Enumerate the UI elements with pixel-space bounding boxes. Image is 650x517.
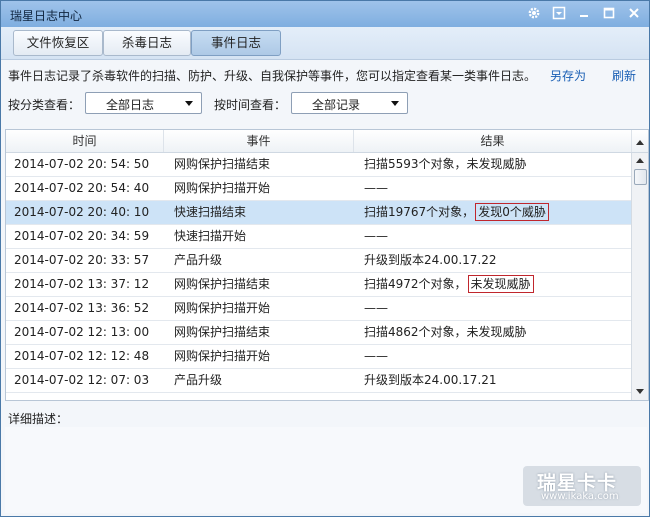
cell-result-text: 扫描4862个对象，未发现威胁 [364, 325, 527, 339]
description-text: 事件日志记录了杀毒软件的扫描、防护、升级、自我保护等事件，您可以指定查看某一类事… [8, 69, 537, 83]
window-controls [523, 3, 645, 23]
cell-time: 2014-07-02 20: 34: 59 [14, 229, 150, 243]
cell-event: 产品升级 [174, 373, 223, 387]
cell-time: 2014-07-02 12: 13: 00 [14, 325, 150, 339]
scroll-down-icon [636, 389, 644, 394]
table-header: 时间 事件 结果 [6, 130, 648, 153]
scroll-up-icon [636, 158, 644, 163]
cell-result: —— [364, 297, 388, 320]
cell-time: 2014-07-02 13: 36: 52 [14, 301, 150, 315]
table-row[interactable]: 2014-07-02 12: 12: 48 网购保护扫描开始 —— [6, 345, 632, 369]
tab-file-recovery[interactable]: 文件恢复区 [13, 30, 103, 56]
cell-result: 扫描4862个对象，未发现威胁 [364, 321, 527, 344]
cell-result: 扫描4972个对象， 未发现威胁 [364, 273, 534, 296]
cell-event: 网购保护扫描开始 [174, 349, 271, 363]
cell-event: 网购保护扫描结束 [174, 325, 271, 339]
title-bar[interactable]: 瑞星日志中心 [1, 1, 649, 27]
scroll-up-button[interactable] [633, 153, 647, 167]
minimize-button[interactable] [573, 3, 595, 23]
save-as-link[interactable]: 另存为 [550, 67, 586, 84]
cell-time: 2014-07-02 12: 07: 03 [14, 373, 150, 387]
cell-result-text: —— [364, 229, 388, 243]
table-row[interactable]: 2014-07-02 20: 34: 59 快速扫描开始 —— [6, 225, 632, 249]
cell-result: 扫描5593个对象，未发现威胁 [364, 153, 527, 176]
cell-result-text: 扫描4972个对象， [364, 277, 467, 291]
scroll-up-icon [636, 140, 644, 145]
cell-event: 网购保护扫描结束 [174, 277, 271, 291]
chevron-down-icon [185, 101, 193, 106]
settings-button[interactable] [523, 3, 545, 23]
log-center-window: 瑞星日志中心 文件恢复区 杀毒日志 事件日志 事件日志记录了杀毒软件的扫描、防护… [0, 0, 650, 517]
cell-time: 2014-07-02 20: 54: 40 [14, 181, 150, 195]
cell-time: 2014-07-02 20: 33: 57 [14, 253, 150, 267]
maximize-icon [603, 7, 615, 19]
category-filter-label: 按分类查看： [8, 98, 81, 112]
cell-result-text: —— [364, 181, 388, 195]
cell-result: —— [364, 225, 388, 248]
cell-result-text: 扫描19767个对象， [364, 205, 475, 219]
window-title: 瑞星日志中心 [10, 9, 83, 23]
cell-result: —— [364, 177, 388, 200]
cell-result-text: 升级到版本24.00.17.21 [364, 373, 497, 387]
result-highlight: 未发现威胁 [467, 275, 534, 293]
cell-event: 产品升级 [174, 253, 223, 267]
watermark-url: www.ikaka.com [541, 491, 619, 502]
cell-event: 快速扫描结束 [174, 205, 247, 219]
time-filter-label: 按时间查看： [214, 98, 287, 112]
cell-event: 网购保护扫描开始 [174, 301, 271, 315]
scroll-down-button[interactable] [633, 385, 647, 399]
gear-icon [528, 7, 540, 19]
cell-time: 2014-07-02 20: 40: 10 [14, 205, 150, 219]
vertical-scrollbar[interactable] [631, 153, 648, 400]
detail-description-label: 详细描述： [8, 412, 69, 426]
tab-event-log[interactable]: 事件日志 [191, 30, 281, 56]
result-highlight: 发现0个威胁 [475, 203, 549, 221]
cell-result-text: 升级到版本24.00.17.22 [364, 253, 497, 267]
column-header-event[interactable]: 事件 [164, 130, 354, 152]
time-select[interactable]: 全部记录 [291, 92, 408, 114]
cell-result: 升级到版本24.00.17.21 [364, 369, 497, 392]
table-row[interactable]: 2014-07-02 20: 54: 50 网购保护扫描结束 扫描5593个对象，未… [6, 153, 632, 177]
cell-event: 网购保护扫描开始 [174, 181, 271, 195]
table-row[interactable]: 2014-07-02 12: 13: 00 网购保护扫描结束 扫描4862个对象，未… [6, 321, 632, 345]
table-row[interactable]: 2014-07-02 13: 37: 12 网购保护扫描结束 扫描4972个对象，未… [6, 273, 632, 297]
column-header-result[interactable]: 结果 [354, 130, 632, 152]
chevron-down-icon [391, 101, 399, 106]
cell-time: 2014-07-02 12: 12: 48 [14, 349, 150, 363]
tab-scan-log[interactable]: 杀毒日志 [103, 30, 191, 56]
cell-result-text: —— [364, 349, 388, 363]
minimize-icon [580, 15, 588, 17]
close-button[interactable] [623, 3, 645, 23]
scrollbar-thumb[interactable] [634, 169, 647, 185]
table-row[interactable]: 2014-07-02 20: 33: 57 产品升级 升级到版本24.00.17.2… [6, 249, 632, 273]
category-select-value: 全部日志 [106, 98, 155, 112]
refresh-link[interactable]: 刷新 [612, 67, 636, 84]
cell-result: —— [364, 345, 388, 368]
close-icon [629, 8, 639, 18]
event-log-table: 时间 事件 结果 2014-07-02 20: 54: 50 网购保护扫描结束 扫描… [5, 129, 649, 401]
cell-time: 2014-07-02 13: 37: 12 [14, 277, 150, 291]
cell-result: 扫描19767个对象， 发现0个威胁 [364, 201, 549, 224]
header-scroll-corner [632, 130, 648, 152]
table-row[interactable]: 2014-07-02 13: 36: 52 网购保护扫描开始 —— [6, 297, 632, 321]
menu-button[interactable] [548, 3, 570, 23]
time-select-value: 全部记录 [312, 98, 361, 112]
watermark-logo: 瑞星卡卡 www.ikaka.com [523, 466, 641, 506]
maximize-button[interactable] [598, 3, 620, 23]
tab-bar: 文件恢复区 杀毒日志 事件日志 [1, 27, 649, 60]
table-row[interactable]: 2014-07-02 12: 07: 03 产品升级 升级到版本24.00.17.2… [6, 369, 632, 393]
cell-result-text: —— [364, 301, 388, 315]
menu-dropdown-icon [552, 6, 566, 20]
column-header-time[interactable]: 时间 [6, 130, 164, 152]
table-row[interactable]: 2014-07-02 20: 40: 10 快速扫描结束 扫描19767个对象， 发现… [6, 201, 632, 225]
table-row[interactable]: 2014-07-02 20: 54: 40 网购保护扫描开始 —— [6, 177, 632, 201]
cell-result-text: 扫描5593个对象，未发现威胁 [364, 157, 527, 171]
cell-time: 2014-07-02 20: 54: 50 [14, 157, 150, 171]
category-select[interactable]: 全部日志 [85, 92, 202, 114]
cell-result: 升级到版本24.00.17.22 [364, 249, 497, 272]
cell-event: 快速扫描开始 [174, 229, 247, 243]
cell-event: 网购保护扫描结束 [174, 157, 271, 171]
